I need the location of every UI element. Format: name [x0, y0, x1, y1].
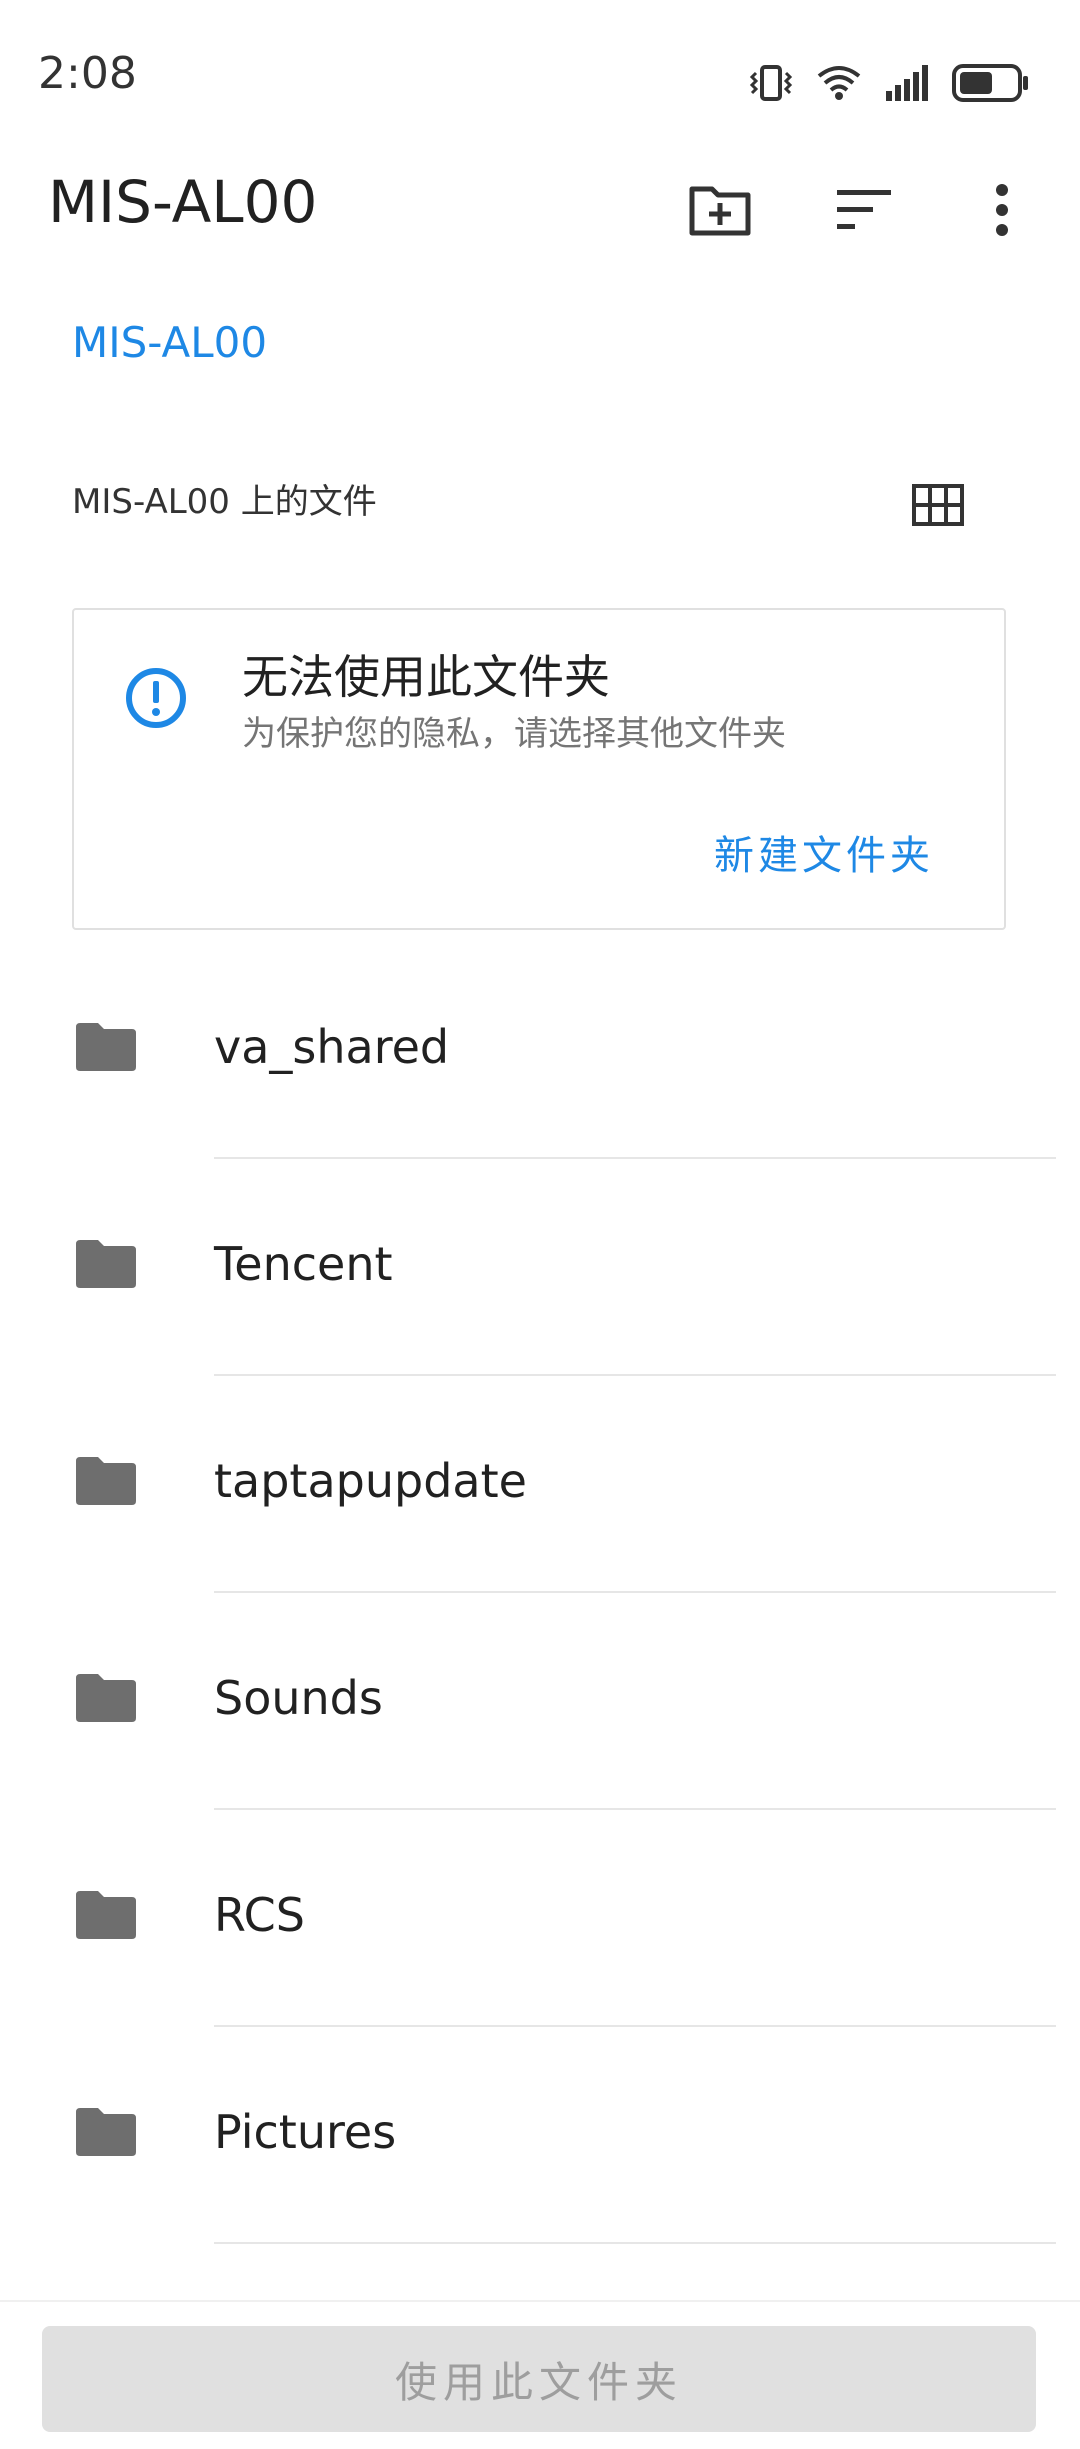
folder-item[interactable]: Sounds [0, 1593, 1080, 1810]
battery-icon [952, 64, 1028, 102]
sort-button[interactable] [824, 170, 904, 250]
sort-icon [837, 190, 891, 229]
new-folder-icon [689, 186, 751, 236]
folder-item[interactable]: Pictures [0, 2027, 1080, 2244]
new-folder-button[interactable] [680, 170, 760, 250]
grid-view-icon [912, 484, 964, 526]
status-bar: 2:08 [0, 0, 1080, 150]
grid-view-toggle[interactable] [900, 470, 976, 540]
folder-item[interactable]: RCS [0, 1810, 1080, 2027]
status-icons [748, 58, 1030, 108]
warning-card: 无法使用此文件夹 为保护您的隐私，请选择其他文件夹 新建文件夹 [72, 608, 1006, 930]
vibrate-icon [749, 65, 793, 101]
folder-list: va_shared Tencent taptapupdate Sounds RC… [0, 942, 1080, 2244]
create-new-folder-button[interactable]: 新建文件夹 [714, 832, 934, 880]
bottom-bar: 使用此文件夹 [0, 2300, 1080, 2449]
warning-title: 无法使用此文件夹 [242, 650, 610, 704]
folder-item[interactable]: va_shared [0, 942, 1080, 1159]
folder-icon [76, 1240, 136, 1288]
signal-icon [886, 65, 928, 101]
section-header: MIS-AL00 上的文件 [72, 482, 377, 522]
folder-icon [76, 1891, 136, 1939]
app-bar: MIS-AL00 [0, 150, 1080, 260]
warning-subtitle: 为保护您的隐私，请选择其他文件夹 [242, 714, 786, 754]
app-title: MIS-AL00 [48, 168, 318, 236]
folder-name: taptapupdate [214, 1454, 527, 1508]
folder-icon [76, 1023, 136, 1071]
more-options-button[interactable] [962, 170, 1042, 250]
divider [214, 2242, 1056, 2244]
use-this-folder-button[interactable]: 使用此文件夹 [42, 2326, 1036, 2432]
folder-name: Tencent [214, 1237, 393, 1291]
folder-icon [76, 1674, 136, 1722]
folder-name: RCS [214, 1888, 305, 1942]
folder-item[interactable]: Tencent [0, 1159, 1080, 1376]
folder-icon [76, 1457, 136, 1505]
wifi-icon [817, 66, 861, 100]
folder-icon [76, 2108, 136, 2156]
more-vert-icon [996, 184, 1008, 236]
folder-name: va_shared [214, 1020, 450, 1074]
folder-name: Pictures [214, 2105, 397, 2159]
folder-name: Sounds [214, 1671, 383, 1725]
info-icon [126, 668, 186, 728]
status-time: 2:08 [38, 48, 137, 99]
breadcrumb-root[interactable]: MIS-AL00 [72, 318, 267, 368]
folder-item[interactable]: taptapupdate [0, 1376, 1080, 1593]
